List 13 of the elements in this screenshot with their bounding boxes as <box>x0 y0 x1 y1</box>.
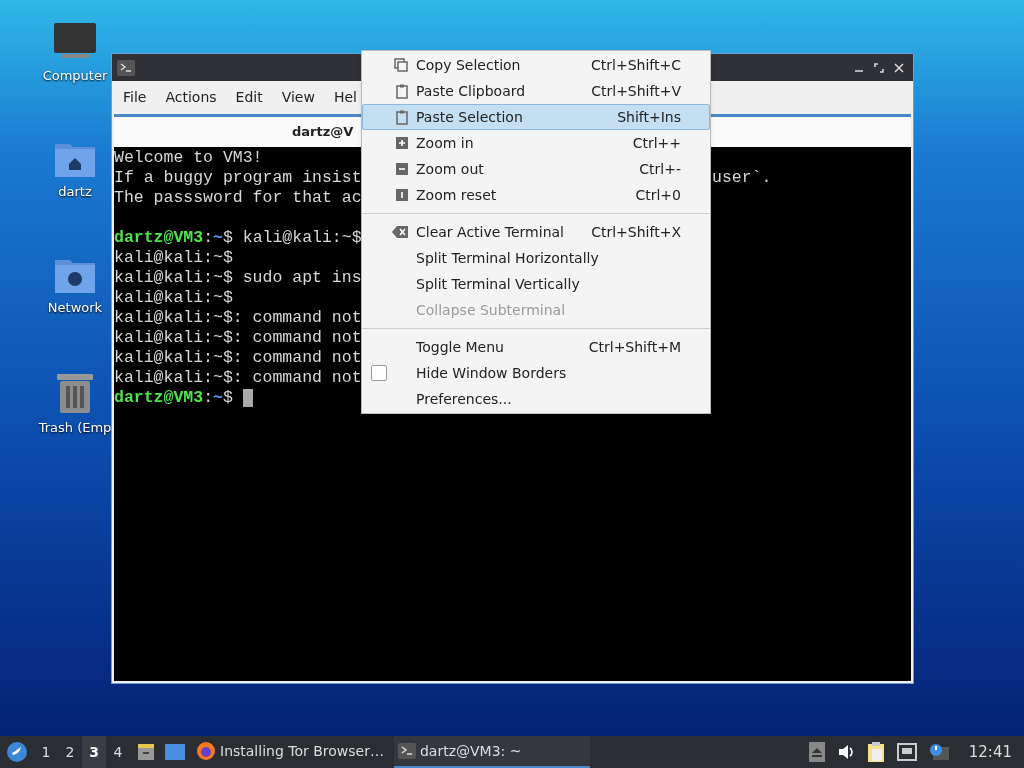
terminal-line: kali@kali:~$ <box>114 248 233 268</box>
terminal-line: user`. <box>712 168 772 188</box>
terminal-line: Welcome to VM3! <box>114 148 263 168</box>
terminal-line: kali@kali:~$ sudo apt ins <box>114 268 362 288</box>
terminal-line: kali@kali:~$ <box>114 288 233 308</box>
terminal-line: dartz@VM3:~$ <box>114 388 253 408</box>
terminal-line: kali@kali:~$: command not <box>114 368 362 388</box>
terminal-line: kali@kali:~$: command not <box>114 308 362 328</box>
terminal-line: kali@kali:~$: command not <box>114 328 362 348</box>
terminal-line: dartz@VM3:~$ kali@kali:~$ <box>114 228 362 248</box>
terminal-line: The passsword for that ac <box>114 188 362 208</box>
terminal-line: kali@kali:~$: command not <box>114 348 362 368</box>
terminal-line: If a buggy program insist <box>114 168 362 188</box>
